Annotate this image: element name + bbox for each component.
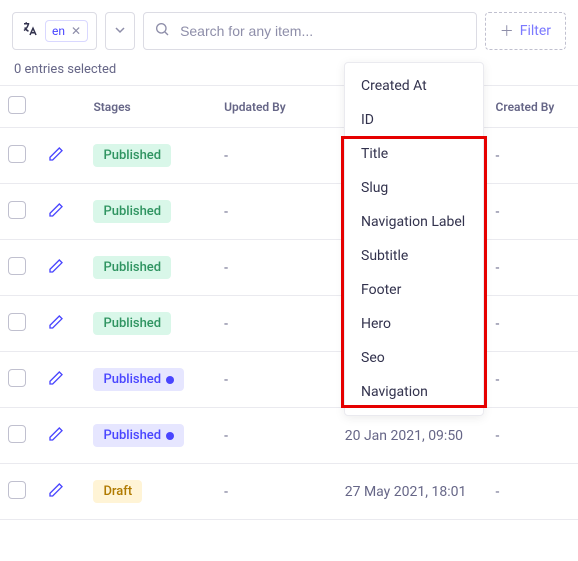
filter-menu-item[interactable]: Hero [345,307,483,341]
filter-menu-item[interactable]: Navigation [345,375,483,409]
row-checkbox[interactable] [8,313,26,331]
filter-menu-item[interactable]: Created At [345,69,483,103]
filter-menu-item[interactable]: Slug [345,171,483,205]
edit-icon[interactable] [48,482,64,498]
search-input[interactable] [178,22,466,40]
table-row: Published - - [0,184,578,240]
stage-badge: Draft [93,480,142,503]
table-row: Published - - [0,240,578,296]
table-row: Published - - [0,296,578,352]
cell-updated-by: - [216,464,337,520]
col-updated-by[interactable]: Updated By [216,86,337,128]
row-checkbox[interactable] [8,369,26,387]
row-checkbox[interactable] [8,201,26,219]
toolbar: en ✕ ＋ Filter [0,0,578,58]
row-checkbox[interactable] [8,145,26,163]
row-checkbox[interactable] [8,481,26,499]
stage-badge: Published [93,144,171,167]
table-row: Published -20 Jan 2021, 09:50- [0,352,578,408]
cell-created-by: - [488,128,578,184]
table-header-row: Stages Updated By Updated At Created By [0,86,578,128]
cell-created-by: - [488,408,578,464]
edit-icon[interactable] [48,146,64,162]
close-icon[interactable]: ✕ [71,24,81,38]
filter-menu-item[interactable]: ID [345,103,483,137]
filter-button[interactable]: ＋ Filter [485,12,566,50]
cell-updated-by: - [216,296,337,352]
row-checkbox[interactable] [8,257,26,275]
data-table: Stages Updated By Updated At Created By … [0,85,578,520]
translate-icon [21,20,39,42]
stage-badge: Published [93,368,184,391]
row-checkbox[interactable] [8,425,26,443]
stage-badge: Published [93,424,184,447]
edit-icon[interactable] [48,370,64,386]
table-row: Published - - [0,128,578,184]
filter-menu-item[interactable]: Title [345,137,483,171]
select-all-checkbox[interactable] [8,96,26,114]
col-created-by[interactable]: Created By [488,86,578,128]
stage-badge: Published [93,200,171,223]
cell-created-by: - [488,352,578,408]
edit-icon[interactable] [48,202,64,218]
language-dropdown-caret[interactable] [105,12,135,50]
status-dot-icon [166,432,174,440]
cell-updated-at: 27 May 2021, 18:01 [337,464,488,520]
col-stages[interactable]: Stages [85,86,216,128]
status-dot-icon [166,376,174,384]
language-filter[interactable]: en ✕ [12,12,97,50]
table-row: Draft -27 May 2021, 18:01- [0,464,578,520]
language-chip-label: en [52,24,65,38]
cell-created-by: - [488,296,578,352]
filter-menu-item[interactable]: Subtitle [345,239,483,273]
language-chip[interactable]: en ✕ [45,20,88,42]
cell-updated-by: - [216,408,337,464]
cell-created-by: - [488,464,578,520]
cell-created-by: - [488,240,578,296]
edit-icon[interactable] [48,258,64,274]
cell-updated-by: - [216,128,337,184]
filter-menu-item[interactable]: Navigation Label [345,205,483,239]
chevron-down-icon [115,23,125,39]
search-box[interactable] [143,12,477,50]
filter-menu-item[interactable]: Seo [345,341,483,375]
table-row: Published -20 Jan 2021, 09:50- [0,408,578,464]
filter-menu-item[interactable]: Footer [345,273,483,307]
stage-badge: Published [93,256,171,279]
filter-button-label: Filter [520,23,551,39]
cell-updated-by: - [216,352,337,408]
cell-created-by: - [488,184,578,240]
stage-badge: Published [93,312,171,335]
search-icon [154,21,170,41]
edit-icon[interactable] [48,426,64,442]
edit-icon[interactable] [48,314,64,330]
cell-updated-by: - [216,240,337,296]
plus-icon: ＋ [500,21,514,41]
filter-menu: Created AtIDTitleSlugNavigation LabelSub… [344,62,484,416]
cell-updated-by: - [216,184,337,240]
selection-count: 0 entries selected [0,58,578,85]
